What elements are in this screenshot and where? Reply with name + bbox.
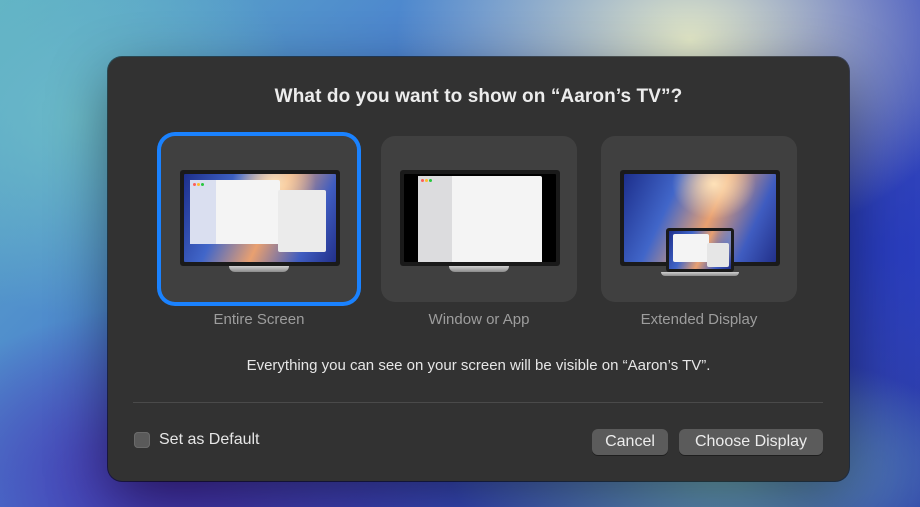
description-text: Everything you can see on your screen wi…	[246, 357, 711, 374]
tv-entire-screen-icon	[180, 170, 340, 266]
option-entire-screen[interactable]	[161, 136, 357, 302]
laptop-icon	[661, 228, 739, 276]
dialog-title: What do you want to show on “Aaron’s TV”…	[274, 86, 683, 107]
set-default-checkbox[interactable]	[134, 432, 150, 448]
option-extended-display-label: Extended Display	[640, 311, 758, 328]
option-window-or-app-label: Window or App	[428, 311, 530, 328]
tv-window-icon	[400, 170, 560, 266]
set-default-label[interactable]: Set as Default	[159, 431, 260, 449]
cancel-button[interactable]: Cancel	[592, 429, 668, 455]
divider	[133, 402, 823, 403]
stand-icon	[449, 266, 509, 272]
option-extended-display[interactable]	[601, 136, 797, 302]
option-entire-screen-label: Entire Screen	[213, 311, 305, 328]
choose-display-button[interactable]: Choose Display	[679, 429, 823, 455]
option-window-or-app[interactable]	[381, 136, 577, 302]
stand-icon	[229, 266, 289, 272]
choose-display-dialog: What do you want to show on “Aaron’s TV”…	[108, 57, 849, 481]
